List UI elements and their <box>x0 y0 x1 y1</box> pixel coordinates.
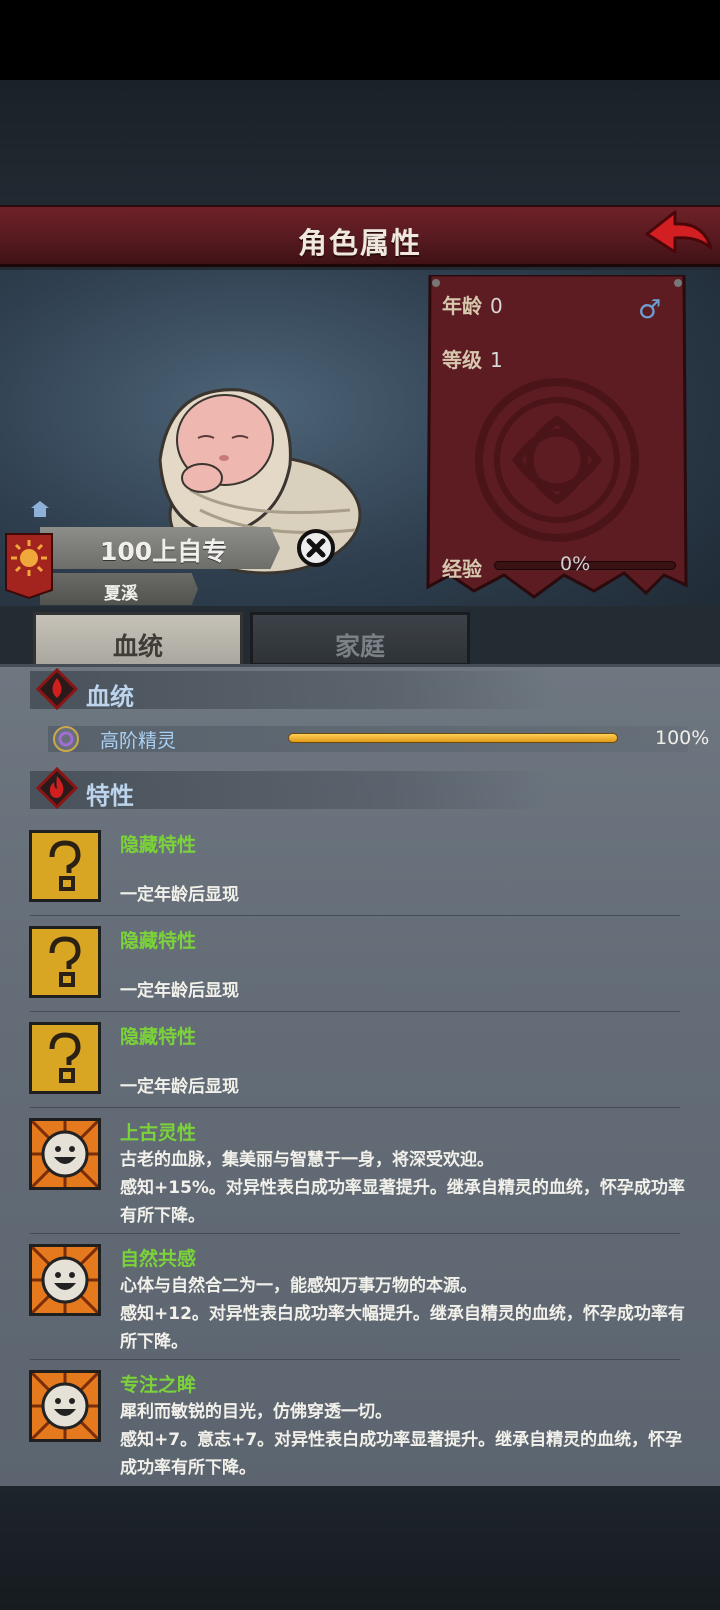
trait-name: 隐藏特性 <box>120 834 197 856</box>
question-icon <box>29 926 101 998</box>
age-row: 年龄 0 <box>442 290 503 319</box>
home-icon <box>31 501 49 517</box>
trait-name: 隐藏特性 <box>120 930 197 952</box>
trait-name: 专注之眸 <box>120 1374 197 1396</box>
trait-desc: 心体与自然合二为一，能感知万事万物的本源。 感知+12。对异性表白成功率大幅提升… <box>120 1276 685 1352</box>
character-name: 100上自专 <box>100 537 228 566</box>
trait-name: 自然共感 <box>120 1248 197 1270</box>
smiley-icon <box>29 1370 101 1442</box>
level-row: 等级 1 <box>442 344 503 373</box>
age-value: 0 <box>490 294 503 318</box>
question-icon <box>29 1022 101 1094</box>
bloodline-section-title: 血统 <box>86 683 134 711</box>
page-title: 角色属性 <box>297 226 422 260</box>
smiley-icon <box>29 1244 101 1316</box>
tab-family[interactable]: 家庭 <box>250 612 470 666</box>
bloodline-name: 高阶精灵 <box>100 730 177 752</box>
exp-value: 0% <box>560 553 591 575</box>
trait-desc: 犀利而敏锐的目光，仿佛穿透一切。 感知+7。意志+7。对异性表白成功率显著提升。… <box>120 1402 683 1478</box>
trait-desc: 一定年龄后显现 <box>120 981 239 1001</box>
close-button[interactable] <box>296 528 336 568</box>
status-bar-area <box>0 0 720 80</box>
question-icon <box>29 830 101 902</box>
trait-desc: 一定年龄后显现 <box>120 885 239 905</box>
flame-icon <box>36 767 78 809</box>
smiley-icon <box>29 1118 101 1190</box>
exp-label: 经验 <box>442 557 482 581</box>
bloodline-bar <box>288 733 618 743</box>
male-icon: ♂ <box>638 295 662 325</box>
trait-desc: 一定年龄后显现 <box>120 1077 239 1097</box>
trait-name: 上古灵性 <box>120 1122 197 1144</box>
age-label: 年龄 <box>442 294 482 318</box>
character-subname: 夏溪 <box>104 584 138 604</box>
header-banner: 角色属性 <box>0 205 720 267</box>
level-value: 1 <box>490 348 503 372</box>
level-label: 等级 <box>442 348 482 372</box>
elf-emblem-icon <box>53 726 79 752</box>
trait-name: 隐藏特性 <box>120 1026 197 1048</box>
tab-bloodline[interactable]: 血统 <box>33 612 243 666</box>
back-arrow-icon[interactable] <box>645 208 713 264</box>
traits-section-title: 特性 <box>86 782 134 810</box>
bloodline-percent: 100% <box>655 727 710 749</box>
bottom-area <box>0 1486 720 1610</box>
sun-crest-icon <box>5 533 53 600</box>
blood-drop-icon <box>36 668 78 710</box>
trait-desc: 古老的血脉，集美丽与智慧于一身，将深受欢迎。 感知+15%。对异性表白成功率显著… <box>120 1150 685 1226</box>
